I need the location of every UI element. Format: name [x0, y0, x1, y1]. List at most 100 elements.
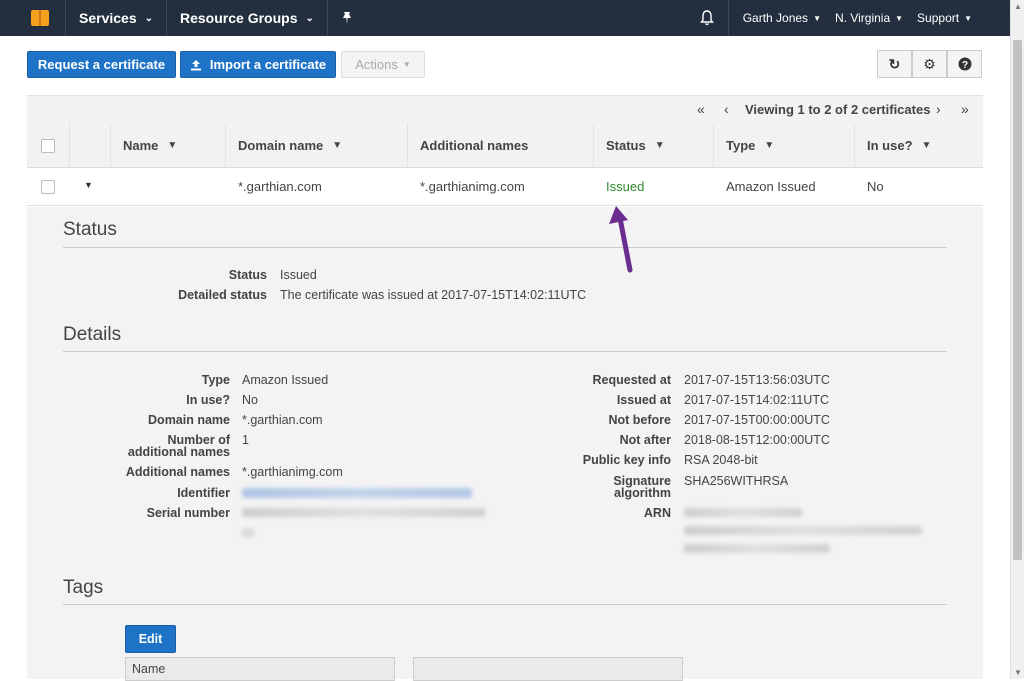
requested-at-label: Requested at — [592, 373, 672, 387]
column-label: Type — [726, 138, 756, 153]
num-additional-names-label: Number of additional names — [80, 434, 230, 459]
public-key-info-label: Public key info — [582, 453, 671, 467]
support-menu[interactable]: Support ▼ — [917, 0, 1010, 36]
status-label: Status — [228, 268, 267, 282]
prev-page-icon[interactable]: ‹ — [724, 101, 729, 117]
not-before-value: 2017-07-15T00:00:00UTC — [684, 413, 830, 427]
signature-algorithm-label: Signature algorithm — [521, 475, 671, 500]
additional-names-label: Additional names — [125, 465, 230, 479]
identifier-label: Identifier — [177, 486, 230, 500]
cell-additional-names: *.garthianimg.com — [420, 179, 525, 194]
table-row[interactable]: ▼ *.garthian.com *.garthianimg.com Issue… — [27, 168, 983, 206]
actions-label: Actions — [355, 57, 398, 72]
scroll-up-icon[interactable]: ▲ — [1014, 2, 1022, 11]
issued-at-value: 2017-07-15T14:02:11UTC — [684, 393, 829, 407]
request-certificate-button[interactable]: Request a certificate — [27, 51, 176, 78]
identifier-value-redacted[interactable] — [242, 488, 472, 498]
tags-name-column-header: Name — [125, 657, 395, 681]
pin-button[interactable] — [328, 0, 366, 36]
label-line: additional names — [127, 445, 230, 459]
signature-algorithm-value: SHA256WITHRSA — [684, 474, 789, 488]
column-label: Additional names — [420, 138, 529, 153]
not-before-label: Not before — [608, 413, 672, 427]
expand-row-icon[interactable]: ▼ — [84, 180, 93, 190]
pin-icon — [342, 12, 351, 24]
expand-column-header — [69, 123, 110, 168]
requested-at-value: 2017-07-15T13:56:03UTC — [684, 373, 830, 387]
arn-value-redacted — [684, 544, 830, 553]
column-header-additional: Additional names — [407, 123, 593, 168]
details-section-title: Details — [63, 324, 122, 345]
request-certificate-label: Request a certificate — [37, 57, 166, 72]
notifications-button[interactable] — [686, 0, 728, 36]
support-label: Support — [917, 11, 960, 25]
last-page-icon[interactable]: » — [961, 101, 969, 117]
help-button[interactable]: ? — [947, 50, 982, 78]
pagination-bar: « ‹ Viewing 1 to 2 of 2 certificates › » — [27, 95, 983, 123]
type-label: Type — [201, 373, 230, 387]
first-page-icon[interactable]: « — [697, 101, 705, 117]
detailed-status-value: The certificate was issued at 2017-07-15… — [280, 288, 587, 302]
top-nav-bar: Services ⌄ Resource Groups ⌄ Garth Jones… — [0, 0, 1010, 36]
caret-down-icon: ▼ — [921, 140, 932, 151]
column-header-status[interactable]: Status ▼ — [593, 123, 713, 168]
services-menu[interactable]: Services ⌄ — [66, 0, 166, 36]
cell-domain: *.garthian.com — [238, 179, 322, 194]
caret-down-icon: ▼ — [764, 140, 775, 151]
not-after-label: Not after — [619, 433, 671, 447]
upload-icon — [190, 59, 201, 70]
resource-groups-menu[interactable]: Resource Groups ⌄ — [167, 0, 327, 36]
num-additional-names-value: 1 — [242, 433, 249, 447]
settings-button[interactable]: ⚙ — [912, 50, 947, 78]
aws-logo-icon[interactable] — [29, 7, 51, 29]
column-label: Name — [123, 138, 159, 153]
caret-down-icon: ▼ — [964, 13, 972, 23]
next-page-icon[interactable]: › — [936, 101, 941, 117]
type-value: Amazon Issued — [242, 373, 329, 387]
refresh-button[interactable]: ↻ — [877, 50, 912, 78]
scroll-down-icon[interactable]: ▼ — [1014, 668, 1022, 677]
column-header-domain[interactable]: Domain name ▼ — [225, 123, 407, 168]
column-header-in-use[interactable]: In use? ▼ — [854, 123, 983, 168]
pagination-text: Viewing 1 to 2 of 2 certificates — [745, 102, 931, 117]
caret-down-icon: ▼ — [402, 60, 411, 69]
arn-label: ARN — [643, 506, 671, 520]
help-icon: ? — [958, 57, 971, 71]
table-header: Name ▼ Domain name ▼ Additional names Stat… — [27, 123, 983, 168]
column-header-type[interactable]: Type ▼ — [713, 123, 854, 168]
column-label: Domain name — [238, 138, 324, 153]
refresh-icon: ↻ — [888, 55, 901, 72]
row-checkbox[interactable] — [41, 180, 55, 194]
user-menu[interactable]: Garth Jones ▼ — [729, 0, 835, 36]
certificate-detail-panel: Status Status Issued Detailed status The… — [27, 207, 983, 681]
page-scrollbar[interactable]: ▲ ▼ — [1010, 0, 1024, 679]
select-all-cell — [27, 123, 69, 168]
caret-down-icon: ▼ — [167, 140, 178, 151]
cell-status: Issued — [606, 179, 645, 194]
import-certificate-button[interactable]: Import a certificate — [180, 51, 336, 78]
caret-down-icon: ▼ — [654, 140, 665, 151]
domain-name-label: Domain name — [148, 413, 230, 427]
select-all-checkbox[interactable] — [41, 138, 55, 153]
status-value: Issued — [280, 268, 317, 282]
in-use-label: In use? — [186, 393, 230, 407]
detailed-status-label: Detailed status — [178, 288, 267, 302]
column-label: Status — [606, 138, 646, 153]
additional-names-value: *.garthianimg.com — [242, 465, 343, 479]
domain-name-value: *.garthian.com — [242, 413, 323, 427]
svg-text:?: ? — [961, 60, 967, 71]
region-menu[interactable]: N. Virginia ▼ — [835, 0, 917, 36]
column-header-name[interactable]: Name ▼ — [110, 123, 225, 168]
edit-tags-button[interactable]: Edit — [125, 625, 176, 653]
in-use-value: No — [242, 393, 258, 407]
caret-down-icon: ▼ — [895, 13, 904, 23]
status-section-title: Status — [63, 219, 117, 240]
section-divider — [63, 351, 947, 352]
label-line: algorithm — [614, 486, 671, 500]
actions-dropdown[interactable]: Actions ▼ — [341, 51, 425, 78]
serial-number-value-redacted — [242, 528, 254, 537]
serial-number-value-redacted — [242, 508, 486, 517]
nav-right-group: Garth Jones ▼ N. Virginia ▼ Support ▼ — [686, 0, 1010, 36]
arn-value-redacted — [684, 508, 802, 517]
scrollbar-thumb[interactable] — [1013, 40, 1022, 560]
